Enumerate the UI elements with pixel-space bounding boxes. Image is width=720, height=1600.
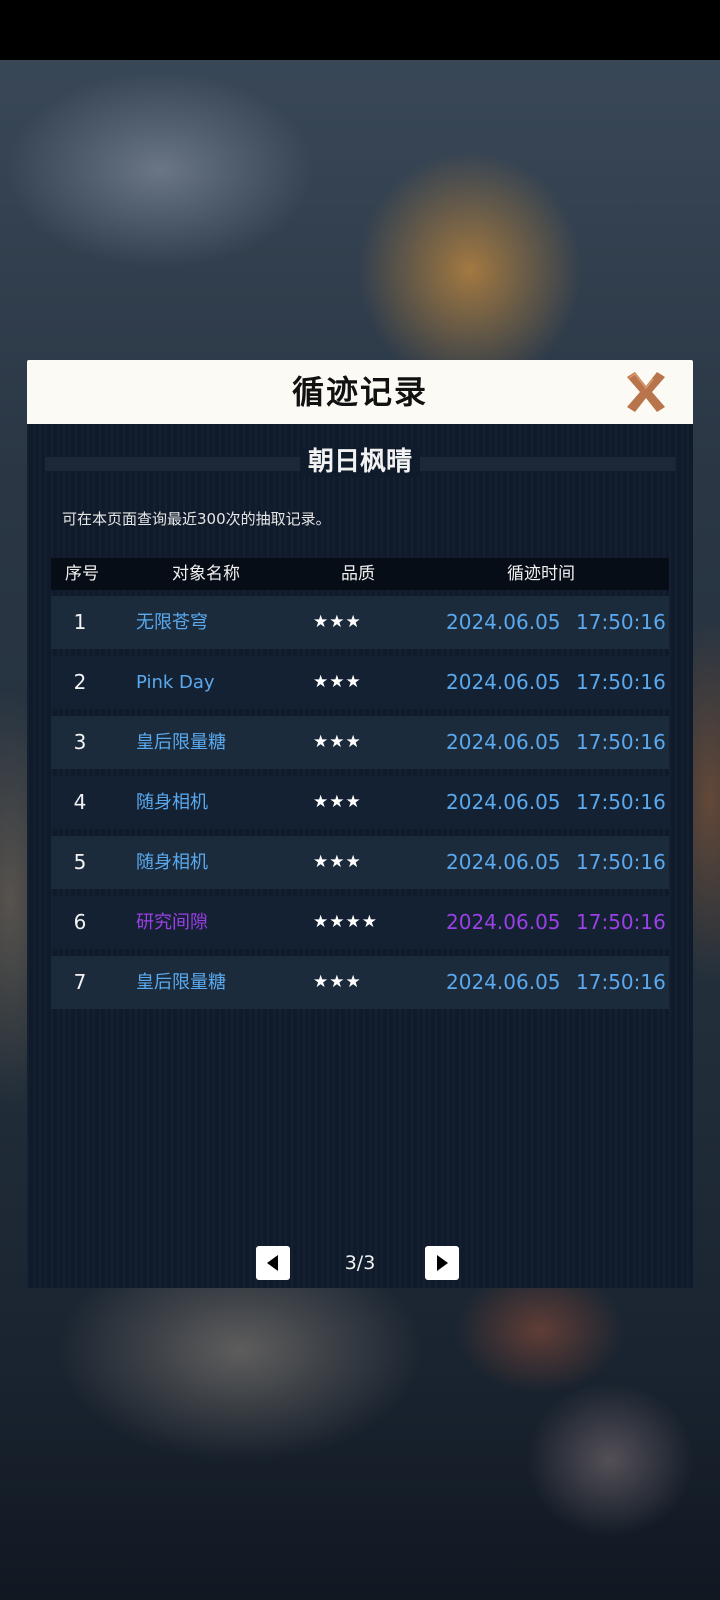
pull-date: 2024.06.05	[446, 670, 561, 694]
pull-time: 17:50:16	[576, 730, 666, 754]
row-index: 3	[73, 730, 87, 754]
table-row: 3 皇后限量糖 ★★★ 2024.06.05 17:50:16	[51, 716, 669, 769]
item-name: 研究间隙	[136, 912, 208, 933]
pull-date: 2024.06.05	[446, 970, 561, 994]
table-header: 序号 对象名称 品质 循迹时间	[51, 558, 669, 590]
row-index: 5	[73, 850, 87, 874]
row-index: 2	[73, 670, 87, 694]
header-time: 循迹时间	[507, 564, 575, 584]
history-note: 可在本页面查询最近300次的抽取记录。	[62, 510, 331, 528]
next-page-button[interactable]	[425, 1246, 459, 1280]
table-row: 4 随身相机 ★★★ 2024.06.05 17:50:16	[51, 776, 669, 829]
table-row: 1 无限苍穹 ★★★ 2024.06.05 17:50:16	[51, 596, 669, 649]
header-index: 序号	[65, 564, 99, 584]
table-row: 2 Pink Day ★★★ 2024.06.05 17:50:16	[51, 656, 669, 709]
item-name: 皇后限量糖	[136, 732, 226, 753]
pull-time: 17:50:16	[576, 850, 666, 874]
pull-time: 17:50:16	[576, 970, 666, 994]
banner-name: 朝日枫晴	[299, 447, 420, 477]
pull-date: 2024.06.05	[446, 610, 561, 634]
triangle-right-icon	[437, 1255, 448, 1271]
pull-history-dialog: 循迹记录 朝日枫晴 可在本页面查询最近300次的抽取记录。 序号 对象名称 品质…	[27, 360, 693, 1288]
table-row: 6 研究间隙 ★★★★ 2024.06.05 17:50:16	[51, 896, 669, 949]
pull-time: 17:50:16	[576, 910, 666, 934]
pull-time: 17:50:16	[576, 670, 666, 694]
star-rating: ★★★	[313, 672, 362, 692]
dialog-header: 循迹记录	[27, 360, 693, 424]
row-index: 4	[73, 790, 87, 814]
banner-title: 朝日枫晴	[27, 442, 693, 482]
table-row: 5 随身相机 ★★★ 2024.06.05 17:50:16	[51, 836, 669, 889]
dialog-title: 循迹记录	[291, 373, 428, 411]
item-name: 无限苍穹	[136, 612, 208, 633]
header-quality: 品质	[341, 564, 375, 584]
pull-date: 2024.06.05	[446, 790, 561, 814]
close-x-icon	[627, 372, 665, 412]
pull-date: 2024.06.05	[446, 730, 561, 754]
item-name: 皇后限量糖	[136, 972, 226, 993]
star-rating: ★★★★	[313, 912, 378, 932]
row-index: 1	[73, 610, 87, 634]
status-bar	[0, 0, 720, 60]
close-button[interactable]	[623, 369, 669, 415]
pull-time: 17:50:16	[576, 790, 666, 814]
star-rating: ★★★	[313, 792, 362, 812]
star-rating: ★★★	[313, 972, 362, 992]
star-rating: ★★★	[313, 852, 362, 872]
header-name: 对象名称	[172, 564, 240, 584]
pull-time: 17:50:16	[576, 610, 666, 634]
star-rating: ★★★	[313, 732, 362, 752]
item-name: 随身相机	[136, 852, 208, 873]
triangle-left-icon	[267, 1255, 278, 1271]
item-name: 随身相机	[136, 792, 208, 813]
row-index: 7	[73, 970, 87, 994]
star-rating: ★★★	[313, 612, 362, 632]
table-row: 7 皇后限量糖 ★★★ 2024.06.05 17:50:16	[51, 956, 669, 1009]
dialog-body: 朝日枫晴 可在本页面查询最近300次的抽取记录。 序号 对象名称 品质 循迹时间…	[27, 424, 693, 1288]
row-index: 6	[73, 910, 87, 934]
pull-date: 2024.06.05	[446, 910, 561, 934]
pull-date: 2024.06.05	[446, 850, 561, 874]
item-name: Pink Day	[136, 672, 215, 693]
prev-page-button[interactable]	[256, 1246, 290, 1280]
page-indicator: 3/3	[344, 1252, 376, 1274]
